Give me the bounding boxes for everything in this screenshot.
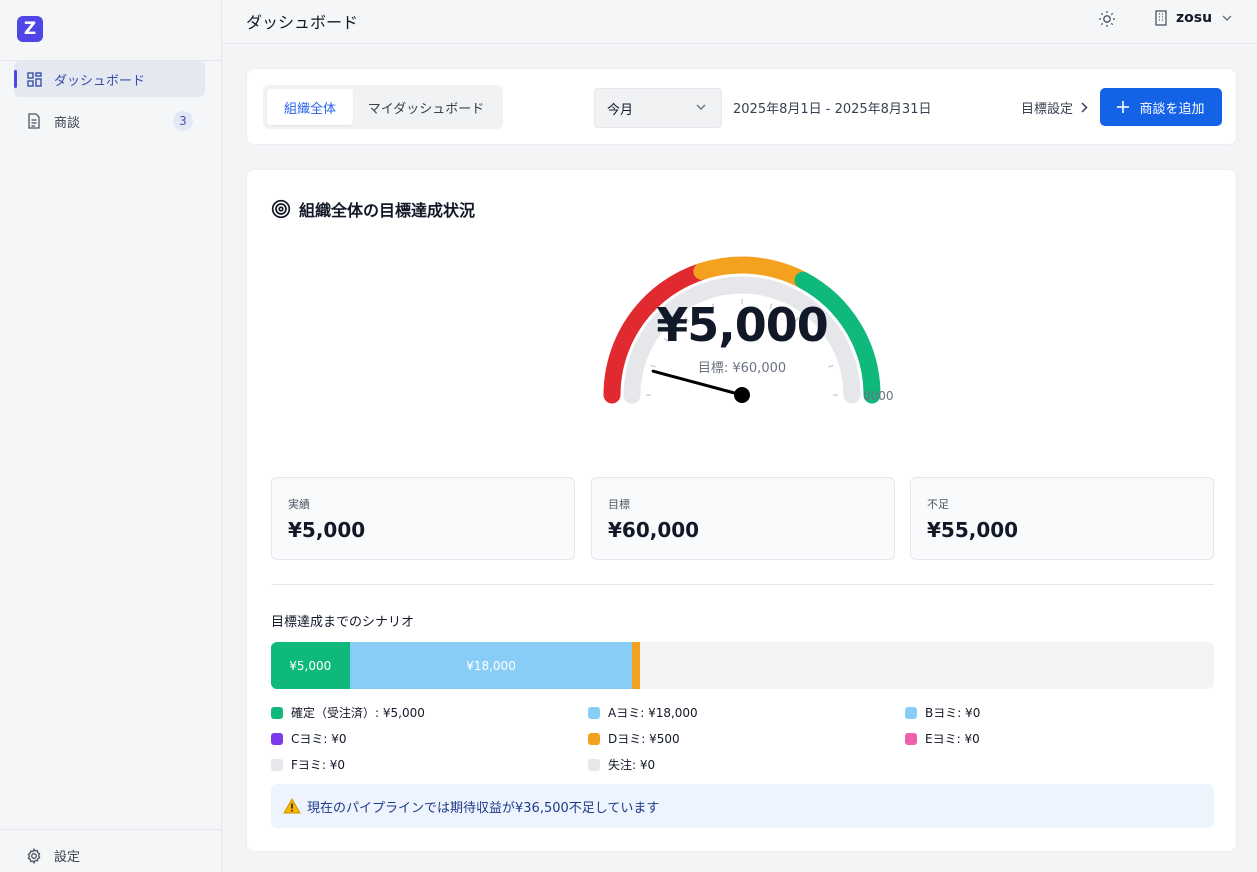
legend-label: Fヨミ: ¥0 [291, 758, 346, 772]
card-title: 組織全体の目標達成状況 [271, 197, 475, 221]
theme-toggle-button[interactable] [1096, 10, 1118, 32]
sidebar-item-settings[interactable]: 設定 [26, 846, 80, 865]
legend-label: Dヨミ: ¥500 [608, 732, 680, 746]
legend-item: Cヨミ: ¥0 [271, 730, 347, 747]
chevron-down-icon [1222, 15, 1232, 21]
legend-swatch [271, 732, 283, 745]
sidebar: Z ダッシュボード 商談 3 設定 [0, 0, 222, 872]
legend-swatch [905, 706, 917, 719]
stat-label: 目標 [608, 498, 630, 511]
add-deal-button[interactable]: 商談を追加 [1100, 88, 1222, 126]
scenario-segment: ¥18,000 [349, 642, 633, 689]
legend-item: Fヨミ: ¥0 [271, 756, 345, 773]
legend-item: 確定（受注済）: ¥5,000 [271, 704, 425, 721]
tab-organization[interactable]: 組織全体 [267, 89, 353, 125]
goal-settings-link[interactable]: 目標設定 [1021, 98, 1088, 117]
document-icon [26, 113, 42, 129]
legend-swatch [588, 732, 600, 745]
chevron-right-icon [1081, 102, 1088, 113]
goal-status-card: 組織全体の目標達成状況 0000 ¥5,000 目標: ¥60,000 実績 ¥… [246, 169, 1237, 852]
sidebar-divider [0, 829, 221, 830]
stat-value: ¥55,000 [927, 518, 1019, 542]
settings-label: 設定 [54, 850, 81, 865]
sidebar-item-dashboard[interactable]: ダッシュボード [14, 61, 205, 97]
scope-tabs: 組織全体 マイダッシュボード [263, 85, 503, 129]
scenario-stacked-bar: ¥5,000 ¥18,000 [271, 642, 1214, 689]
warning-icon [283, 798, 301, 814]
gear-icon [26, 847, 42, 864]
legend-item: Aヨミ: ¥18,000 [588, 704, 698, 721]
legend-item: Bヨミ: ¥0 [905, 704, 980, 721]
gauge-max-label: 0000 [863, 389, 894, 403]
section-divider [271, 584, 1214, 585]
sun-icon [1098, 10, 1116, 32]
dashboard-toolbar: 組織全体 マイダッシュボード 今月 2025年8月1日 - 2025年8月31日… [246, 68, 1237, 145]
gauge-value: ¥5,000 [656, 298, 829, 352]
legend-label: Eヨミ: ¥0 [925, 732, 980, 746]
stat-target: 目標 ¥60,000 [591, 477, 895, 560]
count-badge: 3 [173, 111, 193, 131]
app-logo[interactable]: Z [17, 16, 43, 42]
legend-swatch [905, 732, 917, 745]
plus-icon [1117, 101, 1130, 113]
stat-value: ¥5,000 [288, 518, 366, 542]
add-deal-label: 商談を追加 [1139, 101, 1205, 117]
legend-label: Cヨミ: ¥0 [291, 732, 347, 746]
legend-label: Bヨミ: ¥0 [925, 706, 981, 720]
legend-item: Dヨミ: ¥500 [588, 730, 680, 747]
stat-label: 実績 [288, 498, 310, 511]
building-icon [1154, 10, 1168, 26]
top-header: ダッシュボード zosu [222, 0, 1257, 44]
legend-item: Eヨミ: ¥0 [905, 730, 980, 747]
alert-text: 現在のパイプラインでは期待収益が¥36,500不足しています [307, 800, 660, 816]
grid-icon [26, 71, 42, 87]
sidebar-item-label: 商談 [54, 115, 81, 131]
legend-label: 確定（受注済）: ¥5,000 [291, 706, 425, 720]
stat-actual: 実績 ¥5,000 [271, 477, 575, 560]
stat-label: 不足 [927, 498, 949, 511]
scenario-segment: ¥5,000 [271, 642, 350, 689]
scenario-title: 目標達成までのシナリオ [271, 615, 415, 630]
gauge-target: 目標: ¥60,000 [697, 361, 787, 376]
stat-shortfall: 不足 ¥55,000 [910, 477, 1214, 560]
gauge-needle-hub [734, 387, 750, 403]
legend-swatch [271, 758, 283, 771]
sidebar-item-label: ダッシュボード [54, 73, 146, 89]
legend-swatch [588, 706, 600, 719]
sidebar-item-deals[interactable]: 商談 3 [14, 103, 205, 139]
date-range: 2025年8月1日 - 2025年8月31日 [733, 102, 932, 117]
org-switcher[interactable]: zosu [1154, 10, 1232, 26]
legend-label: 失注: ¥0 [608, 758, 656, 772]
stat-value: ¥60,000 [608, 518, 700, 542]
legend-swatch [588, 758, 600, 771]
chevron-down-icon [695, 101, 707, 113]
period-select[interactable]: 今月 [594, 88, 722, 128]
card-title-text: 組織全体の目標達成状況 [299, 201, 476, 220]
legend-swatch [271, 706, 283, 719]
tab-my-dashboard[interactable]: マイダッシュボード [353, 89, 499, 125]
page-title: ダッシュボード [246, 13, 359, 32]
org-name: zosu [1176, 10, 1213, 26]
goal-settings-label: 目標設定 [1021, 102, 1074, 117]
legend-label: Aヨミ: ¥18,000 [608, 706, 698, 720]
period-select-value: 今月 [607, 102, 634, 118]
legend-item: 失注: ¥0 [588, 756, 655, 773]
scenario-segment [632, 642, 641, 689]
target-icon [271, 199, 291, 219]
shortfall-alert: 現在のパイプラインでは期待収益が¥36,500不足しています [271, 784, 1214, 828]
